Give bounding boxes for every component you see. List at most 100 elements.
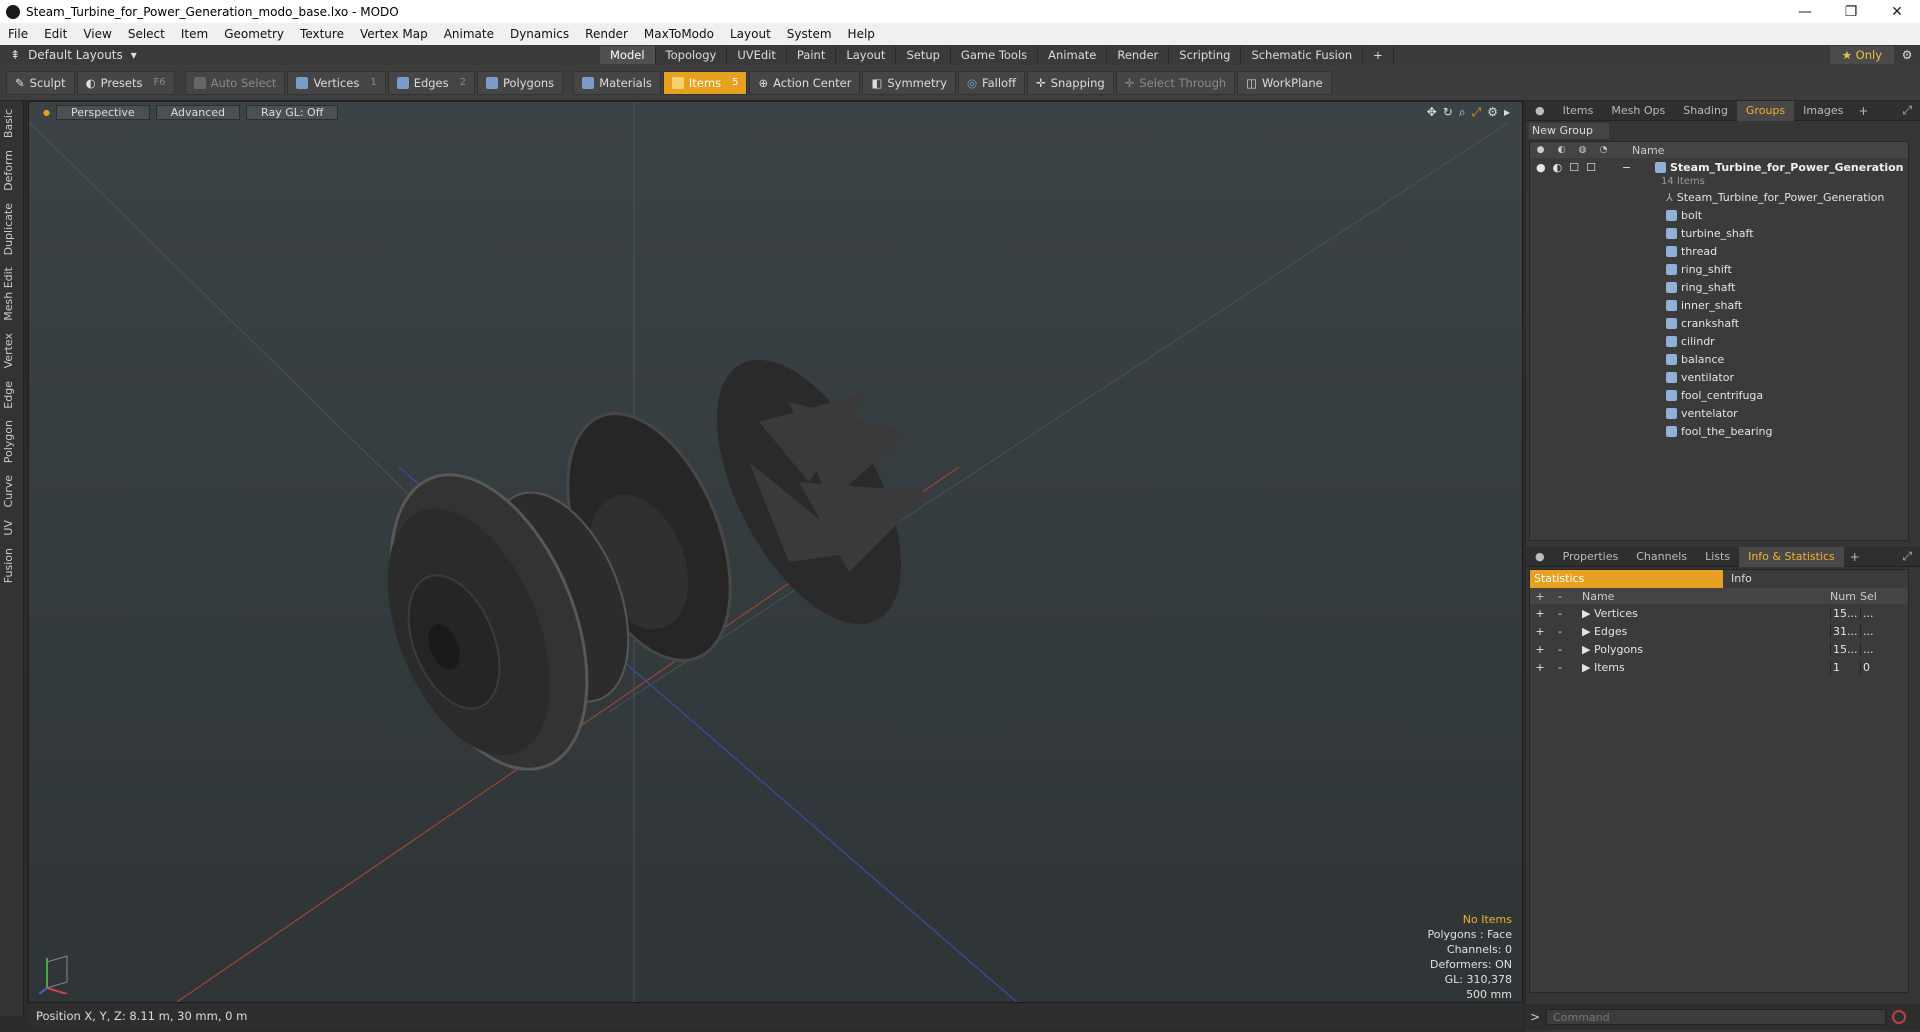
- layouts-dropdown[interactable]: Default Layouts: [28, 48, 123, 62]
- menu-select[interactable]: Select: [120, 27, 173, 41]
- tab-items[interactable]: Items: [1554, 101, 1603, 121]
- workplane-button[interactable]: ◫ WorkPlane: [1237, 70, 1332, 95]
- left-tab-basic[interactable]: Basic: [2, 105, 22, 142]
- 3d-viewport[interactable]: ● Perspective Advanced Ray GL: Off ✥ ↻ ⌕…: [28, 101, 1523, 1003]
- action-center-button[interactable]: ⊕ Action Center: [749, 70, 861, 95]
- items-button[interactable]: Items 5: [662, 70, 748, 95]
- list-item[interactable]: turbine_shaft: [1530, 224, 1908, 242]
- minimize-icon[interactable]: —: [1782, 4, 1828, 20]
- expand-panel-icon[interactable]: ⤢: [1902, 549, 1920, 564]
- table-row[interactable]: + - ▶ Items 1 0: [1530, 658, 1908, 676]
- menu-edit[interactable]: Edit: [36, 27, 75, 41]
- list-item[interactable]: bolt: [1530, 206, 1908, 224]
- tab-shading[interactable]: Shading: [1674, 101, 1737, 121]
- menu-file[interactable]: File: [0, 27, 36, 41]
- collapse-all-icon[interactable]: -: [1550, 590, 1570, 603]
- auto-select-button[interactable]: Auto Select: [184, 70, 286, 95]
- add-tab-button[interactable]: +: [1363, 46, 1394, 64]
- list-item[interactable]: ventelator: [1530, 404, 1908, 422]
- shading-dropdown[interactable]: Advanced: [155, 104, 241, 120]
- only-toggle[interactable]: ★ Only: [1829, 46, 1894, 64]
- list-item[interactable]: balance: [1530, 350, 1908, 368]
- list-item[interactable]: thread: [1530, 242, 1908, 260]
- left-tab-duplicate[interactable]: Duplicate: [2, 199, 22, 259]
- left-tab-fusion[interactable]: Fusion: [2, 544, 22, 587]
- add-icon[interactable]: +: [1530, 607, 1550, 620]
- left-tab-polygon[interactable]: Polygon: [2, 416, 22, 467]
- list-item[interactable]: cilindr: [1530, 332, 1908, 350]
- render-icon[interactable]: ◐: [1553, 161, 1563, 174]
- collapse-icon[interactable]: ⇞: [10, 48, 20, 62]
- left-tab-deform[interactable]: Deform: [2, 146, 22, 195]
- menu-system[interactable]: System: [779, 27, 840, 41]
- tab-model[interactable]: Model: [600, 46, 656, 64]
- menu-maxtomodo[interactable]: MaxToModo: [636, 27, 722, 41]
- tab-schematic-fusion[interactable]: Schematic Fusion: [1241, 46, 1364, 64]
- record-icon[interactable]: [1892, 1010, 1907, 1024]
- menu-vertex-map[interactable]: Vertex Map: [352, 27, 436, 41]
- list-item[interactable]: crankshaft: [1530, 314, 1908, 332]
- tab-animate[interactable]: Animate: [1038, 46, 1108, 64]
- list-item[interactable]: ring_shaft: [1530, 278, 1908, 296]
- edges-button[interactable]: Edges 2: [387, 70, 475, 95]
- tab-topology[interactable]: Topology: [656, 46, 728, 64]
- remove-icon[interactable]: -: [1550, 607, 1570, 620]
- add-tab-icon[interactable]: +: [1844, 550, 1866, 564]
- panel-menu-dot[interactable]: ●: [1526, 101, 1554, 121]
- remove-icon[interactable]: -: [1550, 625, 1570, 638]
- snapping-button[interactable]: ✛ Snapping: [1027, 70, 1114, 95]
- menu-render[interactable]: Render: [577, 27, 636, 41]
- expand-arrow-icon[interactable]: ▶: [1582, 607, 1594, 620]
- list-item[interactable]: ring_shift: [1530, 260, 1908, 278]
- fit-icon[interactable]: ⤢: [1472, 105, 1482, 120]
- expand-arrow-icon[interactable]: ▶: [1582, 643, 1594, 656]
- add-icon[interactable]: +: [1530, 643, 1550, 656]
- left-tab-edge[interactable]: Edge: [2, 377, 22, 413]
- group-row[interactable]: ● ◐ ☐ ☐ − Steam_Turbine_for_Power_Generatio…: [1530, 158, 1908, 176]
- tab-properties[interactable]: Properties: [1554, 547, 1628, 567]
- table-row[interactable]: + - ▶ Edges 31......: [1530, 622, 1908, 640]
- expand-all-icon[interactable]: +: [1530, 590, 1550, 603]
- zoom-icon[interactable]: ⌕: [1459, 105, 1466, 120]
- list-item[interactable]: fool_the_bearing: [1530, 422, 1908, 440]
- vertices-button[interactable]: Vertices 1: [287, 70, 386, 95]
- tab-channels[interactable]: Channels: [1627, 547, 1696, 567]
- tab-game-tools[interactable]: Game Tools: [951, 46, 1039, 64]
- presets-button[interactable]: ◐ Presets F6: [76, 70, 175, 95]
- tab-uvedit[interactable]: UVEdit: [727, 46, 787, 64]
- materials-button[interactable]: Materials: [573, 70, 661, 95]
- tab-render[interactable]: Render: [1107, 46, 1170, 64]
- menu-item[interactable]: Item: [173, 27, 216, 41]
- panel-menu-dot[interactable]: ●: [1526, 547, 1554, 567]
- chevron-down-icon[interactable]: ▾: [131, 48, 137, 62]
- add-tab-icon[interactable]: +: [1852, 104, 1874, 118]
- tab-layout[interactable]: Layout: [836, 46, 897, 64]
- tab-images[interactable]: Images: [1794, 101, 1852, 121]
- list-item[interactable]: ⅄ Steam_Turbine_for_Power_Generation: [1530, 188, 1908, 206]
- left-tab-mesh-edit[interactable]: Mesh Edit: [2, 263, 22, 325]
- tab-groups[interactable]: Groups: [1736, 100, 1795, 121]
- sculpt-button[interactable]: ✎ Sculpt: [6, 70, 75, 95]
- list-item[interactable]: inner_shaft: [1530, 296, 1908, 314]
- list-item[interactable]: ventilator: [1530, 368, 1908, 386]
- view-type-dropdown[interactable]: Perspective: [55, 104, 150, 120]
- remove-icon[interactable]: -: [1550, 661, 1570, 674]
- menu-geometry[interactable]: Geometry: [216, 27, 292, 41]
- tab-info[interactable]: Info: [1723, 570, 1752, 588]
- viewport-menu-dot[interactable]: ●: [43, 108, 50, 117]
- pan-icon[interactable]: ✥: [1427, 105, 1437, 120]
- menu-dynamics[interactable]: Dynamics: [502, 27, 577, 41]
- menu-animate[interactable]: Animate: [436, 27, 502, 41]
- table-row[interactable]: + - ▶ Vertices 15......: [1530, 604, 1908, 622]
- tab-setup[interactable]: Setup: [896, 46, 951, 64]
- collapse-icon[interactable]: −: [1622, 161, 1655, 174]
- table-row[interactable]: + - ▶ Polygons 15......: [1530, 640, 1908, 658]
- turbine-model[interactable]: [352, 331, 939, 797]
- menu-help[interactable]: Help: [840, 27, 883, 41]
- polygons-button[interactable]: Polygons: [477, 70, 564, 95]
- tab-scripting[interactable]: Scripting: [1169, 46, 1242, 64]
- maximize-icon[interactable]: ❐: [1828, 4, 1874, 20]
- select-checkbox[interactable]: ☐: [1586, 161, 1596, 174]
- menu-layout[interactable]: Layout: [722, 27, 779, 41]
- select-through-button[interactable]: ✛ Select Through: [1115, 70, 1236, 95]
